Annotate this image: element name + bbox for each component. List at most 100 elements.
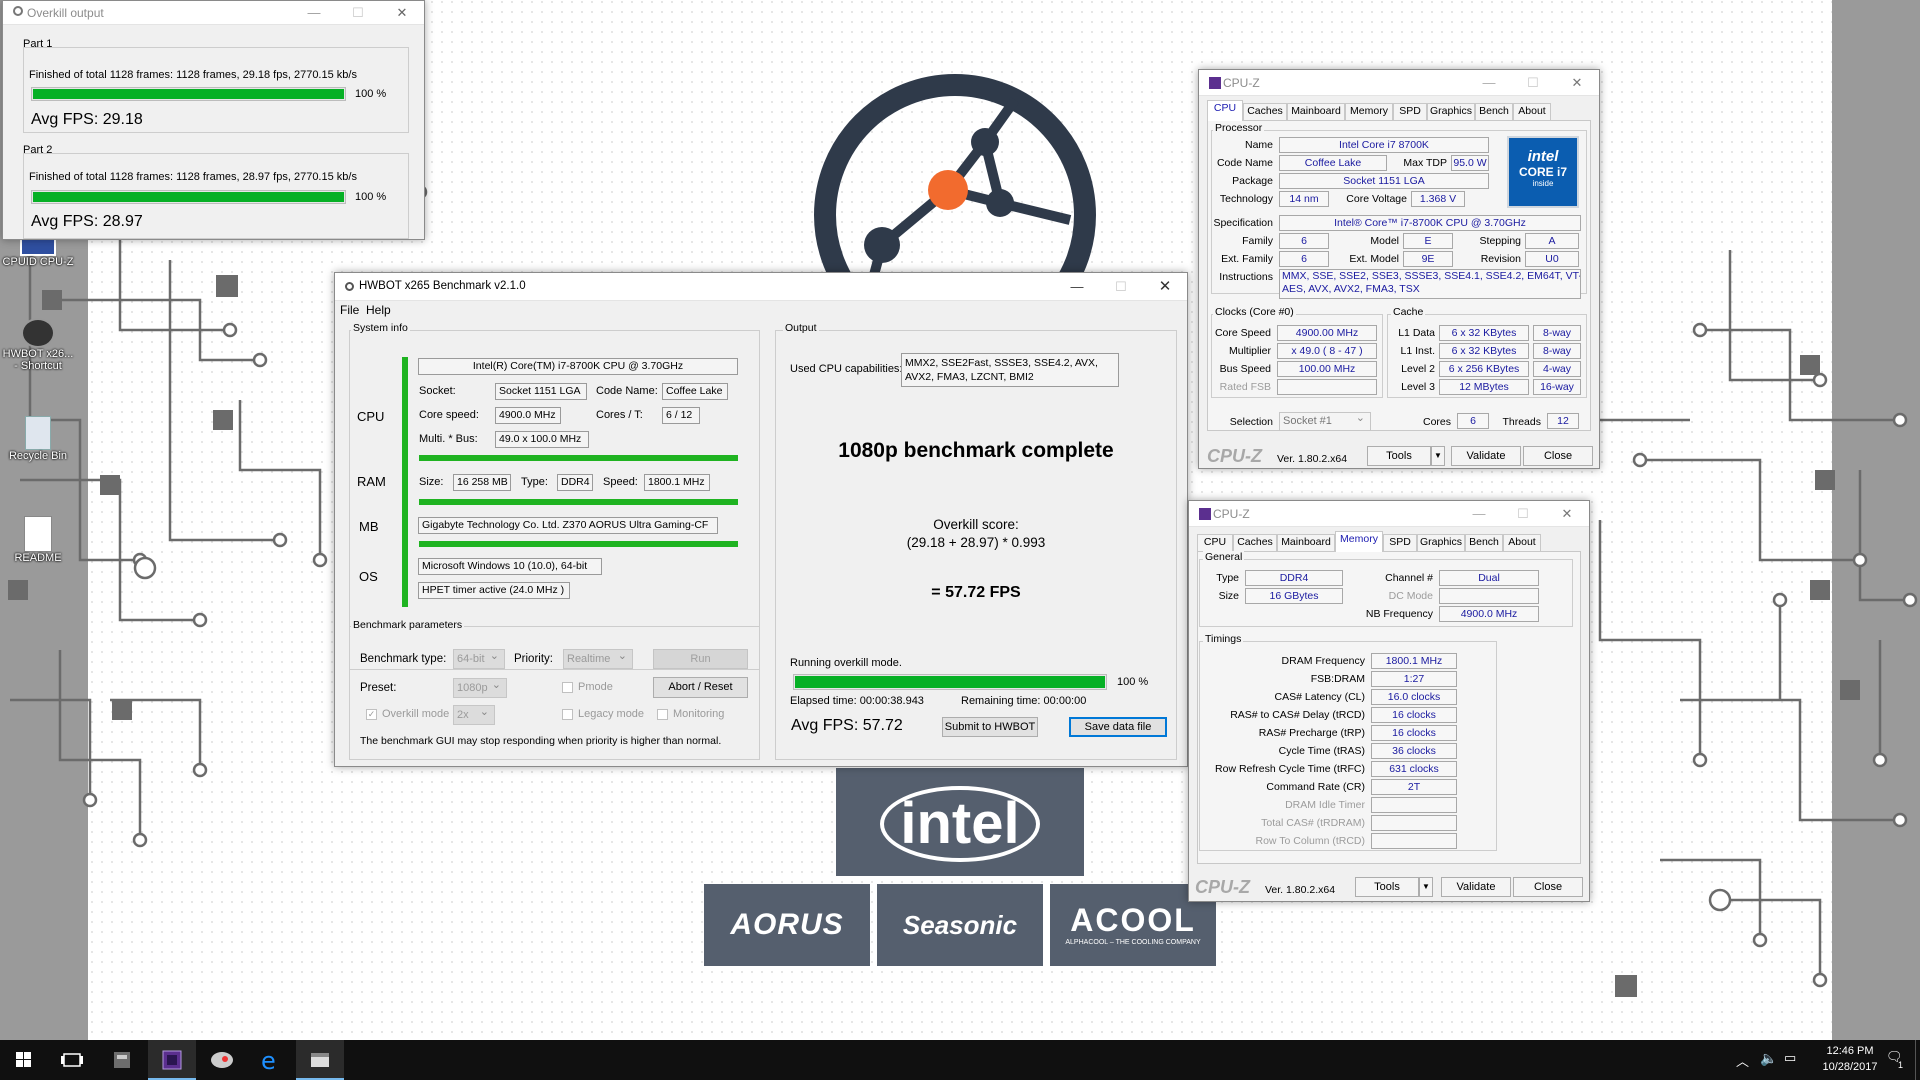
close-button[interactable]: ✕ [1555,70,1599,96]
priority-select[interactable]: Realtime [563,647,633,669]
validate-button[interactable]: Validate [1441,877,1511,897]
desktop-icon-recycle-bin[interactable]: Recycle Bin [2,416,74,462]
save-data-file-button[interactable]: Save data file [1069,717,1167,737]
benchmark-type-select[interactable]: 64-bit [453,647,505,669]
menu-file[interactable]: File [340,303,359,317]
taskbar-app-explorer[interactable] [98,1040,146,1080]
maximize-button[interactable]: ☐ [1511,70,1555,96]
maximize-button[interactable]: ☐ [1501,501,1545,527]
overkill-mode-checkbox[interactable]: ✓ [366,709,377,720]
clock-date[interactable]: 10/28/2017 [1815,1061,1885,1073]
close-button[interactable]: ✕ [380,1,424,25]
channel-label: Channel # [1385,572,1433,584]
pmode-checkbox[interactable] [562,682,573,693]
start-button[interactable] [0,1040,48,1080]
socket-selection-select[interactable]: Socket #1 [1279,410,1371,431]
titlebar[interactable]: Overkill output — ☐ ✕ [3,1,424,25]
show-hidden-icons-icon[interactable]: ︿ [1736,1051,1749,1070]
abort-reset-button[interactable]: Abort / Reset [653,677,748,698]
tab-graphics[interactable]: Graphics [1427,103,1475,120]
tools-button[interactable]: Tools [1355,877,1419,897]
codename-label: Code Name [1216,157,1273,169]
close-button[interactable]: Close [1513,877,1583,897]
tab-bench[interactable]: Bench [1465,534,1503,551]
titlebar[interactable]: CPU-Z — ☐ ✕ [1199,70,1599,96]
tab-cpu[interactable]: CPU [1207,100,1243,121]
clock-time[interactable]: 12:46 PM [1815,1045,1885,1057]
corespeed-label: Core speed: [419,409,479,421]
benchmark-type-label: Benchmark type: [360,653,447,665]
tab-about[interactable]: About [1513,103,1551,120]
overkill-mode-select[interactable]: 2x [453,703,495,725]
show-desktop-button[interactable] [1915,1040,1920,1080]
timing-label: Row Refresh Cycle Time (tRFC) [1215,763,1365,775]
notification-icon[interactable]: 🗨 [1886,1049,1908,1069]
menu-help[interactable]: Help [366,303,391,317]
minimize-button[interactable]: — [292,1,336,25]
cpu-caps-label: Used CPU capabilities: [790,363,903,375]
l1-data-label: L1 Data [1398,327,1435,339]
tools-dropdown-icon[interactable]: ▼ [1419,877,1433,897]
run-button[interactable]: Run [653,649,748,669]
tab-caches[interactable]: Caches [1243,103,1287,120]
elapsed-time: Elapsed time: 00:00:38.943 [790,695,924,707]
legacy-mode-checkbox[interactable] [562,709,573,720]
ram-separator-bar [419,499,738,505]
taskbar-app-hwbot-x265[interactable] [296,1040,344,1080]
tab-about[interactable]: About [1503,534,1541,551]
desktop-icon-readme[interactable]: README [2,516,74,564]
tab-memory[interactable]: Memory [1335,531,1383,552]
titlebar[interactable]: HWBOT x265 Benchmark v2.1.0 — ☐ ✕ [335,273,1187,301]
timing-label: Cycle Time (tRAS) [1278,745,1365,757]
tab-mainboard[interactable]: Mainboard [1277,534,1335,551]
network-icon[interactable]: ▭ [1784,1050,1796,1066]
taskbar-app-edge[interactable]: e [246,1040,294,1080]
preset-select[interactable]: 1080p [453,676,507,698]
cpuz-app-icon [1199,508,1211,520]
minimize-button[interactable]: — [1055,273,1099,301]
tab-spd[interactable]: SPD [1393,103,1427,120]
timing-value [1371,815,1457,831]
l1-data-value: 6 x 32 KBytes [1439,325,1529,341]
minimize-button[interactable]: — [1457,501,1501,527]
cpuz-version: Ver. 1.80.2.x64 [1265,884,1336,896]
rated-fsb-value [1277,379,1377,395]
taskbar-app-cpuz[interactable] [148,1040,196,1080]
ram-label: RAM [357,474,386,489]
alphacool-logo: ACOOL [1070,902,1196,938]
tab-cpu[interactable]: CPU [1197,534,1233,551]
volume-icon[interactable]: 🔈 [1760,1050,1777,1067]
maximize-button[interactable]: ☐ [1099,273,1143,301]
package-label: Package [1232,175,1273,187]
tab-memory[interactable]: Memory [1345,103,1393,120]
desktop-icon-hwbot[interactable]: HWBOT x26... - Shortcut [2,318,74,372]
close-button[interactable]: ✕ [1143,273,1187,301]
submit-to-hwbot-button[interactable]: Submit to HWBOT [942,717,1038,737]
tab-caches[interactable]: Caches [1233,534,1277,551]
tab-graphics[interactable]: Graphics [1417,534,1465,551]
validate-button[interactable]: Validate [1451,446,1521,466]
close-button[interactable]: ✕ [1545,501,1589,527]
tab-spd[interactable]: SPD [1383,534,1417,551]
titlebar[interactable]: CPU-Z — ☐ ✕ [1189,501,1589,527]
nb-frequency-label: NB Frequency [1365,608,1433,620]
seasonic-logo-panel: Seasonic [877,884,1043,966]
task-view-button[interactable] [48,1040,96,1080]
window-title: CPU-Z [1213,507,1250,521]
minimize-button[interactable]: — [1467,70,1511,96]
close-button[interactable]: Close [1523,446,1593,466]
tools-button[interactable]: Tools [1367,446,1431,466]
cores-label: Cores / T: [596,409,643,421]
tab-mainboard[interactable]: Mainboard [1287,103,1345,120]
timing-value: 2T [1371,779,1457,795]
dc-mode-value [1439,588,1539,604]
desktop-icon-label: Recycle Bin [8,450,68,462]
monitoring-checkbox[interactable] [657,709,668,720]
timing-label: Command Rate (CR) [1266,781,1365,793]
windows-logo-icon [16,1052,31,1067]
tab-bench[interactable]: Bench [1475,103,1513,120]
specification-value: Intel® Core™ i7-8700K CPU @ 3.70GHz [1279,215,1581,231]
maximize-button[interactable]: ☐ [336,1,380,25]
tools-dropdown-icon[interactable]: ▼ [1431,446,1445,466]
taskbar-app-hwbot[interactable] [198,1040,246,1080]
